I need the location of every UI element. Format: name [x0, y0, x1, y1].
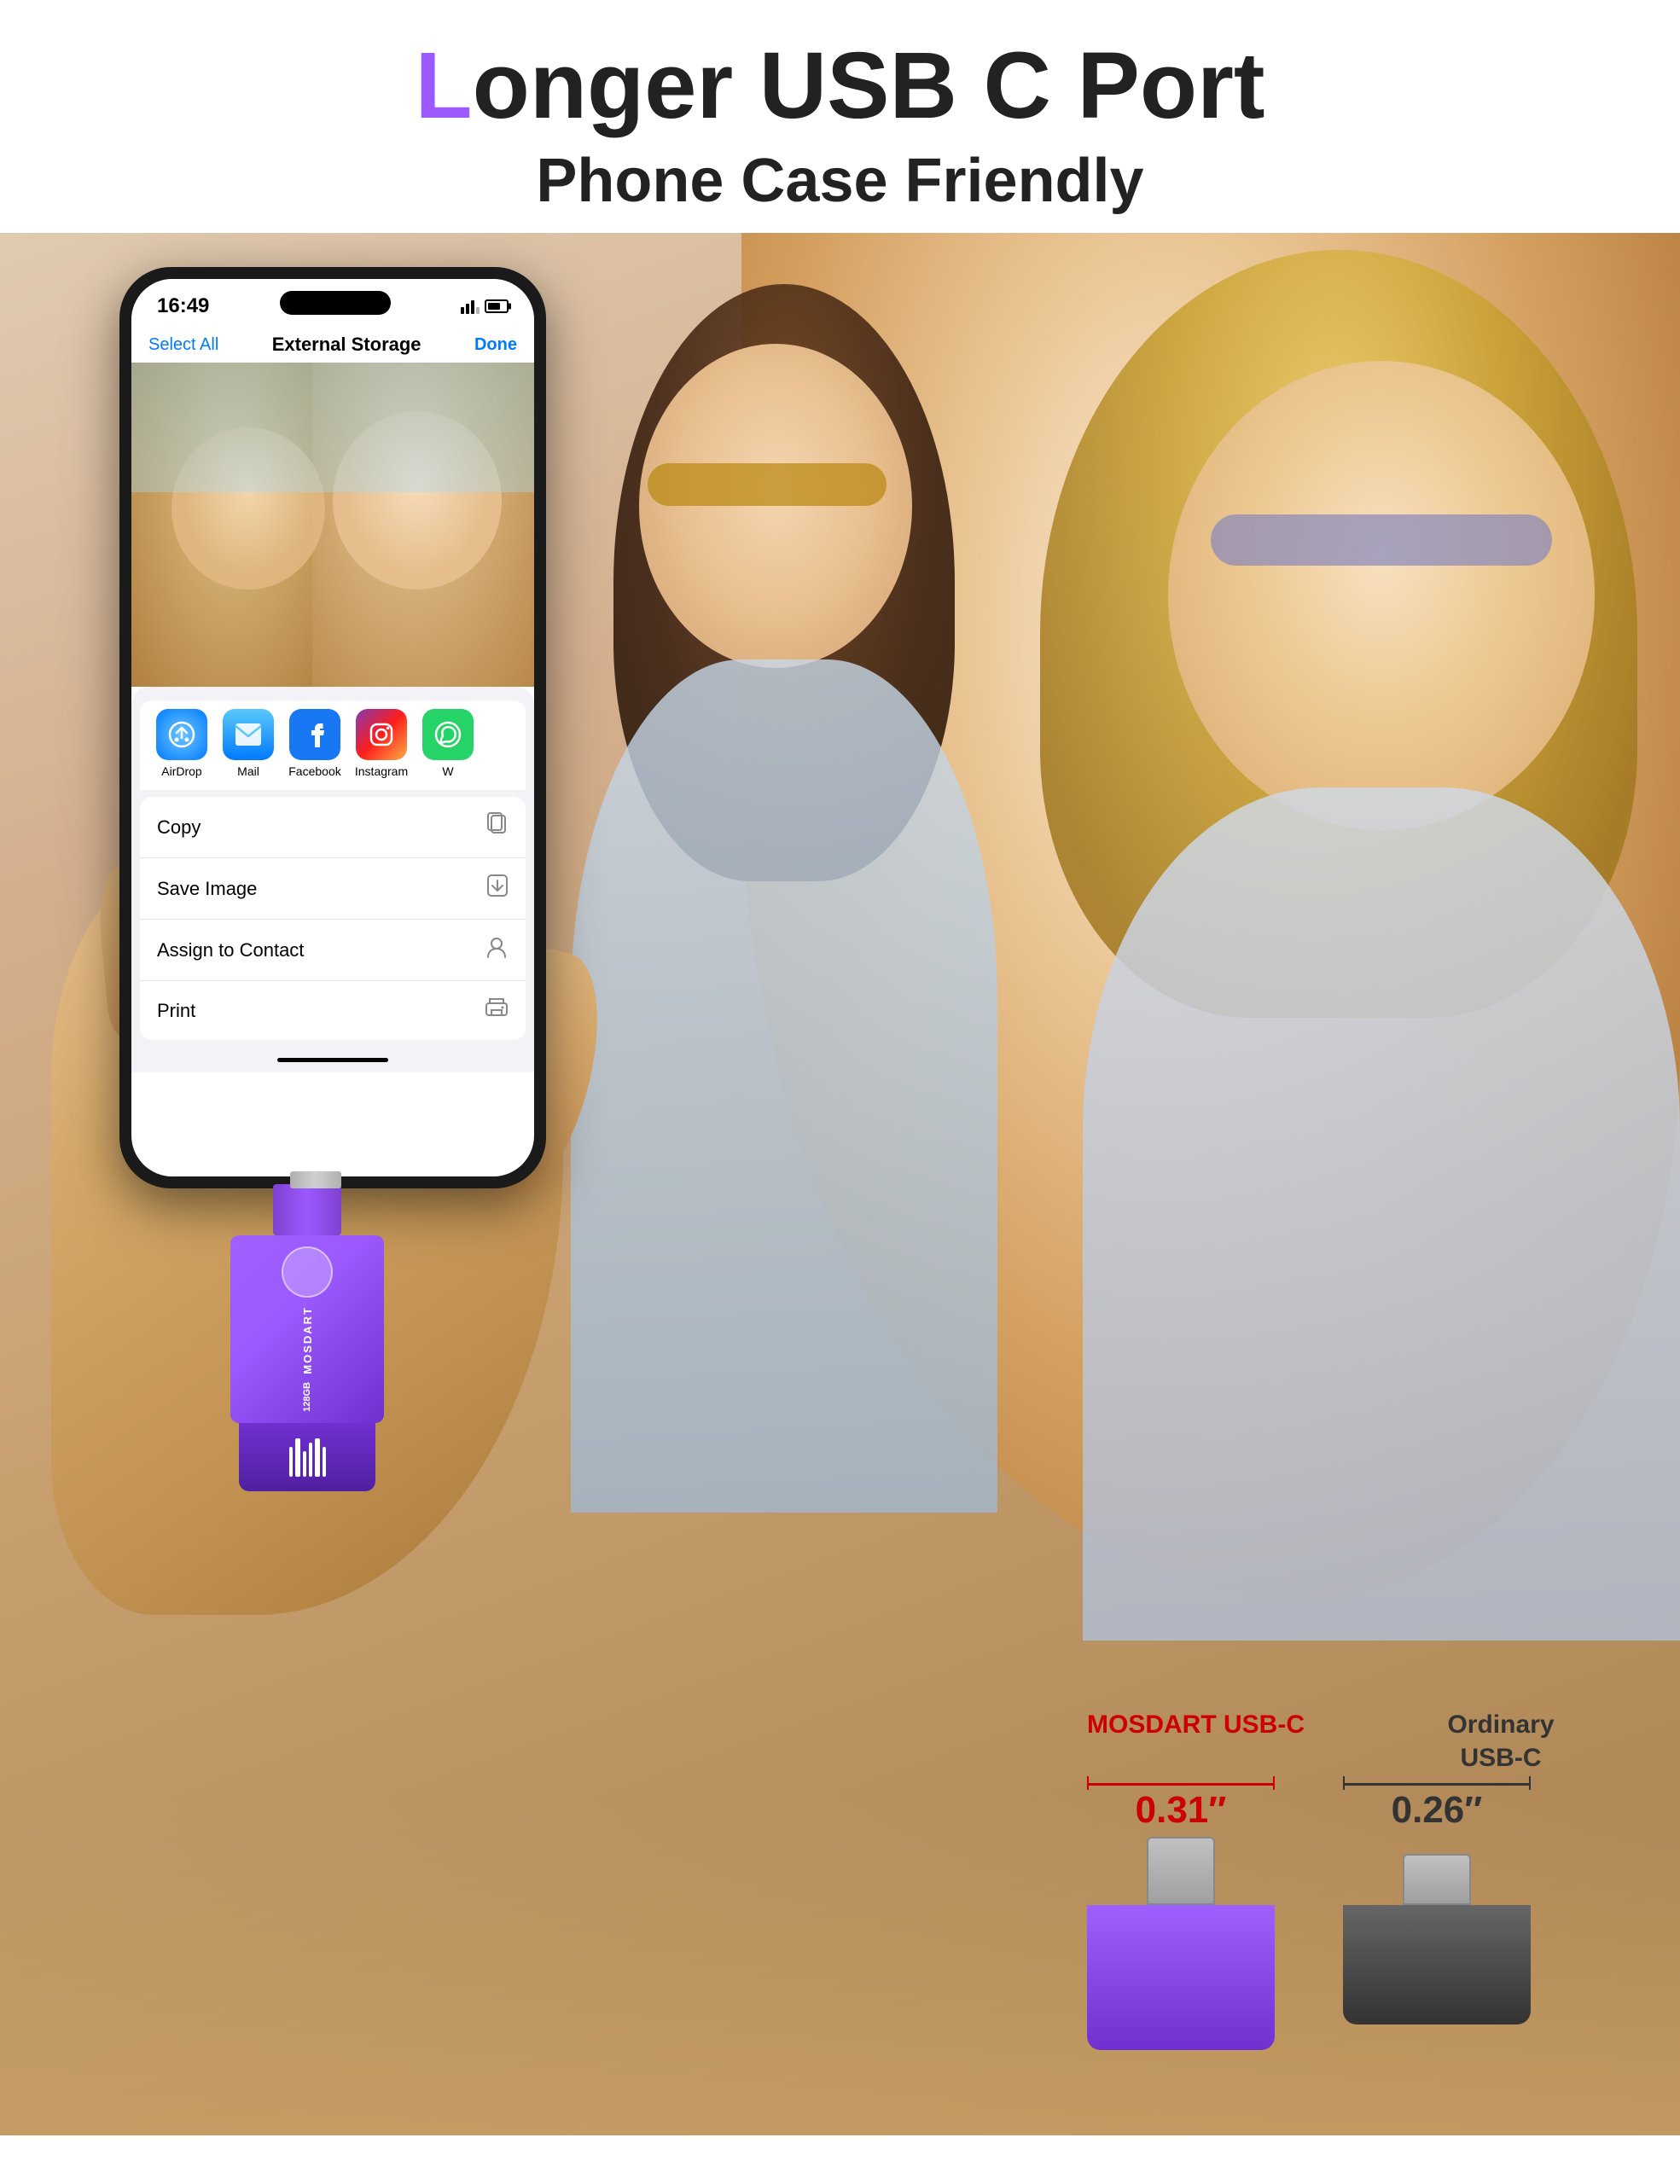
- phone-photo-inner: [131, 363, 534, 687]
- mosdart-brand-name: MOSDART USB-C: [1087, 1708, 1305, 1741]
- right-woman-face: [1168, 361, 1595, 830]
- mail-label: Mail: [237, 764, 259, 778]
- usb-comparison-visual: 0.31″ 0.26″: [1087, 1783, 1595, 2050]
- phone-screen: 16:49: [131, 279, 534, 1176]
- background-photo: [571, 233, 1680, 1683]
- home-indicator: [131, 1047, 534, 1072]
- airdrop-app-item[interactable]: AirDrop: [152, 709, 212, 778]
- facebook-app-item[interactable]: Facebook: [285, 709, 345, 778]
- usb-neck: [273, 1184, 341, 1235]
- signal-bars: [461, 299, 480, 314]
- ordinary-label: OrdinaryUSB-C: [1407, 1708, 1595, 1774]
- print-label: Print: [157, 1000, 195, 1022]
- instagram-app-item[interactable]: Instagram: [352, 709, 411, 778]
- ordinary-measure-bracket: 0.26″: [1343, 1783, 1531, 1832]
- usb-barcode: [289, 1438, 326, 1477]
- select-all-button[interactable]: Select All: [148, 335, 218, 355]
- copy-icon: [486, 812, 509, 842]
- mosdart-measure-bracket: 0.31″: [1087, 1783, 1275, 1832]
- print-action[interactable]: Print: [140, 981, 526, 1040]
- mail-app-item[interactable]: Mail: [218, 709, 278, 778]
- facebook-icon: [289, 709, 340, 760]
- right-woman-body: [1083, 787, 1680, 1641]
- share-sheet: AirDrop Mail Facebook: [131, 687, 534, 1072]
- comp-labels-row: MOSDART USB-C OrdinaryUSB-C: [1087, 1708, 1595, 1774]
- mail-icon: [223, 709, 274, 760]
- photo-sky: [131, 363, 534, 492]
- app-icons-row: AirDrop Mail Facebook: [140, 700, 526, 790]
- usb-metal-top: [290, 1171, 341, 1188]
- usb-drive-body: MOSDART 128GB: [230, 1235, 384, 1423]
- whatsapp-label: W: [442, 764, 453, 778]
- subtitle: Phone Case Friendly: [0, 146, 1680, 216]
- mosdart-label: MOSDART USB-C: [1087, 1708, 1305, 1774]
- ordinary-usb-item: 0.26″: [1343, 1783, 1531, 2024]
- save-image-action[interactable]: Save Image: [140, 858, 526, 920]
- ordinary-connector: [1403, 1854, 1471, 1905]
- usb-brand-text: MOSDART: [301, 1306, 314, 1374]
- assign-contact-label: Assign to Contact: [157, 939, 304, 961]
- mosdart-measurement: 0.31″: [1087, 1789, 1275, 1832]
- assign-contact-action[interactable]: Assign to Contact: [140, 920, 526, 981]
- usb-drive-cap: [239, 1423, 375, 1491]
- nav-title: External Storage: [272, 334, 421, 356]
- left-woman-face: [639, 344, 912, 668]
- comparison-section: MOSDART USB-C OrdinaryUSB-C 0.31″: [1070, 1691, 1612, 2067]
- usb-pivot-button: [282, 1246, 333, 1298]
- airdrop-label: AirDrop: [161, 764, 201, 778]
- print-icon: [485, 996, 509, 1025]
- whatsapp-icon: [422, 709, 474, 760]
- mosdart-usb-item: 0.31″: [1087, 1783, 1275, 2050]
- action-rows: Copy Save Image Assign to: [140, 797, 526, 1040]
- battery-icon: [485, 299, 509, 313]
- copy-label: Copy: [157, 816, 201, 839]
- copy-action[interactable]: Copy: [140, 797, 526, 858]
- status-icons: [461, 299, 509, 314]
- instagram-icon: [356, 709, 407, 760]
- status-time: 16:49: [157, 294, 209, 318]
- save-image-label: Save Image: [157, 878, 257, 900]
- phone-frame: 16:49: [119, 267, 546, 1188]
- title-letter-l: L: [415, 33, 472, 138]
- airdrop-icon: [156, 709, 207, 760]
- main-title: Longer USB C Port: [0, 34, 1680, 137]
- usb-capacity-text: 128GB: [302, 1382, 312, 1412]
- whatsapp-app-item[interactable]: W: [418, 709, 478, 778]
- nav-bar: Select All External Storage Done: [131, 328, 534, 363]
- save-image-icon: [486, 874, 509, 903]
- dynamic-island: [280, 291, 391, 315]
- usb-drive: MOSDART 128GB: [222, 1184, 392, 1491]
- ordinary-body: [1343, 1905, 1531, 2024]
- header: Longer USB C Port Phone Case Friendly: [0, 0, 1680, 233]
- photo-area: [131, 363, 534, 687]
- mosdart-body: [1087, 1905, 1275, 2050]
- home-bar: [277, 1058, 388, 1062]
- usb-connector-top: [282, 1171, 350, 1188]
- main-scene: 16:49: [0, 233, 1680, 2135]
- done-button[interactable]: Done: [474, 335, 517, 355]
- phone-container: 16:49: [68, 250, 666, 1700]
- status-bar: 16:49: [131, 279, 534, 328]
- ordinary-brand-name: OrdinaryUSB-C: [1407, 1708, 1595, 1774]
- right-sunglasses: [1211, 514, 1552, 566]
- battery-fill: [488, 303, 500, 310]
- ordinary-measurement: 0.26″: [1343, 1789, 1531, 1832]
- instagram-label: Instagram: [355, 764, 408, 778]
- facebook-label: Facebook: [288, 764, 340, 778]
- assign-contact-icon: [485, 935, 509, 965]
- mosdart-connector: [1147, 1837, 1215, 1905]
- left-sunglasses: [648, 463, 887, 506]
